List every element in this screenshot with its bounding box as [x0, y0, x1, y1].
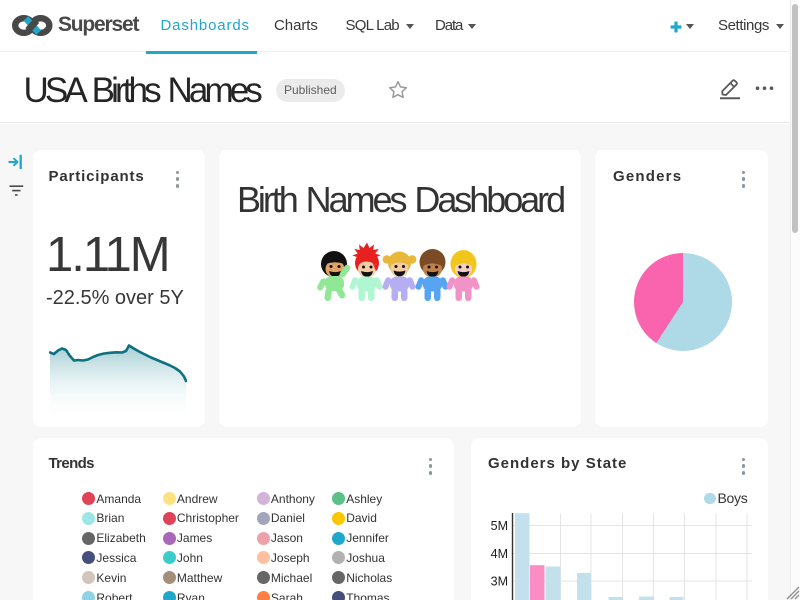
svg-text:4M: 4M — [491, 547, 508, 561]
svg-text:3M: 3M — [491, 575, 508, 589]
svg-text:5M: 5M — [491, 519, 508, 533]
